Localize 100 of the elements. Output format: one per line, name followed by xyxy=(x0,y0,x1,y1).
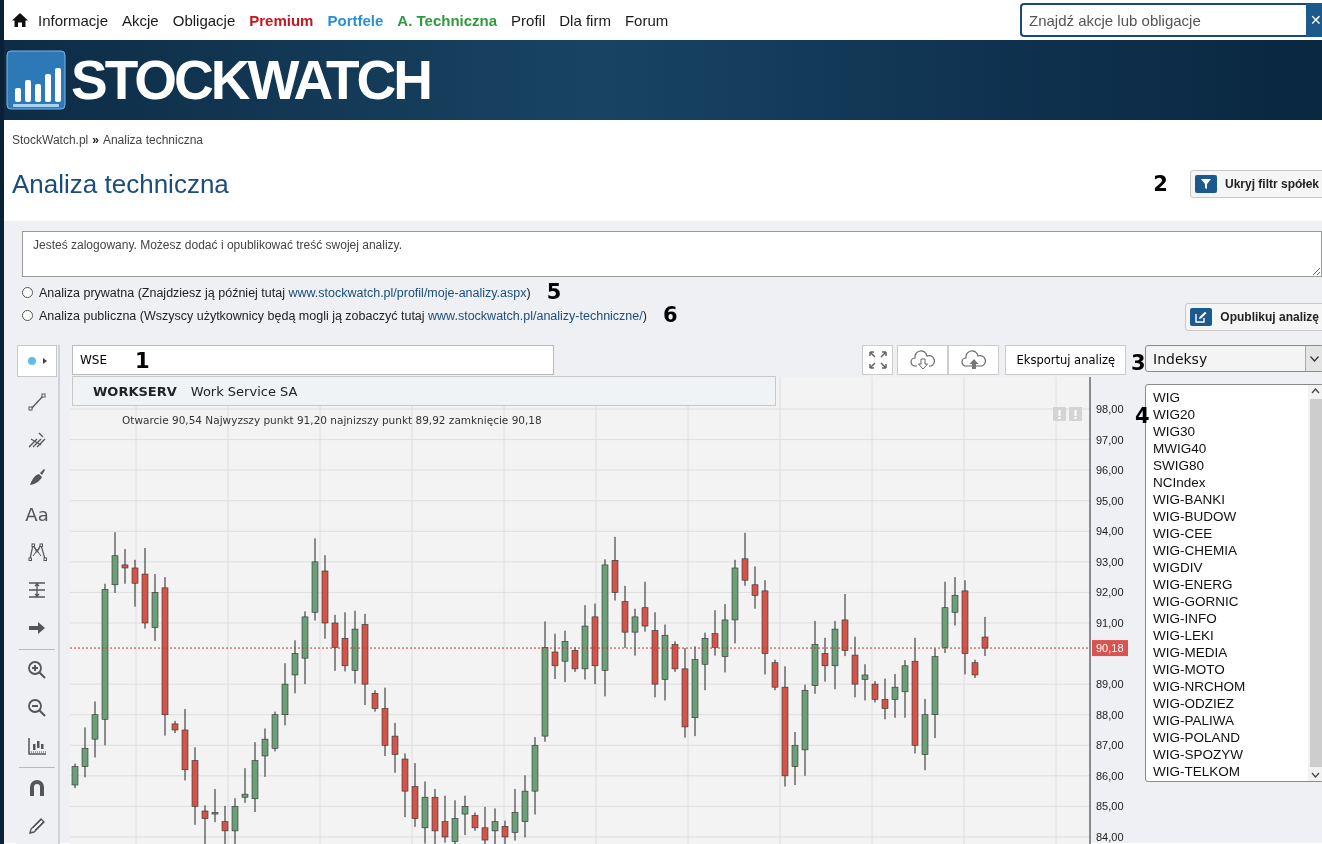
list-item[interactable]: WIGDIV xyxy=(1153,559,1308,576)
list-item[interactable]: WIG-PALIWA xyxy=(1153,712,1308,729)
magnet-icon[interactable] xyxy=(27,778,47,799)
nav-link[interactable]: Dla firm xyxy=(559,11,611,29)
list-item[interactable]: WIG-BUDOW xyxy=(1153,508,1308,525)
annotation-number: 1 xyxy=(135,351,150,372)
candle xyxy=(971,659,979,679)
zoom-out-icon[interactable] xyxy=(27,698,47,719)
list-item[interactable]: NCIndex xyxy=(1153,474,1308,491)
candle xyxy=(281,662,289,726)
nav-link[interactable]: Profil xyxy=(511,11,546,29)
link[interactable]: www.stockwatch.pl/analizy-techniczne/ xyxy=(428,308,643,323)
list-item[interactable]: WIG-CHEMIA xyxy=(1153,542,1308,559)
zoom-in-icon[interactable] xyxy=(27,660,47,681)
candle xyxy=(111,531,119,594)
nav-link[interactable]: Forum xyxy=(624,11,669,29)
fullscreen-button[interactable] xyxy=(862,345,894,375)
nav-link[interactable]: A. Techniczna xyxy=(397,11,498,29)
list-item[interactable]: WIG-INFO xyxy=(1153,610,1308,627)
pencil-icon[interactable] xyxy=(27,816,47,837)
search-field[interactable]: Znajdź akcje lub obligacje xyxy=(1020,3,1306,37)
axis-tick-label: 97,00 xyxy=(1096,433,1124,446)
link[interactable]: www.stockwatch.pl/profil/moje-analizy.aspx xyxy=(288,285,527,300)
list-item[interactable]: WIG-ODZIEZ xyxy=(1153,695,1308,712)
candle xyxy=(711,609,719,657)
candle xyxy=(121,548,129,585)
radio-button[interactable] xyxy=(22,287,33,298)
axis-tick-label: 94,00 xyxy=(1096,525,1124,538)
candle xyxy=(81,726,89,778)
dot-icon xyxy=(27,355,37,366)
annotation-number: 2 xyxy=(1153,173,1168,195)
list-item[interactable]: SWIG80 xyxy=(1153,457,1308,474)
candle xyxy=(221,805,229,844)
candle xyxy=(381,687,389,757)
dot-tool-button[interactable] xyxy=(17,345,57,377)
line-tool-icon[interactable] xyxy=(27,391,47,412)
axis-tick-label: 91,00 xyxy=(1096,617,1124,629)
list-item[interactable]: WIG-ENERG xyxy=(1153,576,1308,593)
list-item[interactable]: WIG-BANKI xyxy=(1153,491,1308,508)
radio-button[interactable] xyxy=(22,310,33,321)
suggestion-item[interactable]: WORKSERV Work Service SA xyxy=(72,376,776,406)
logo-icon[interactable] xyxy=(6,50,66,110)
axis-tick-label: 98,00 xyxy=(1096,403,1124,415)
candle xyxy=(461,795,469,836)
candle xyxy=(251,741,259,813)
candle xyxy=(641,581,649,633)
list-item[interactable]: WIG-GORNIC xyxy=(1153,593,1308,610)
candle xyxy=(771,659,779,691)
nav-link[interactable]: Obligacje xyxy=(172,11,236,29)
scrollbar[interactable] xyxy=(1308,385,1322,781)
nav-link[interactable]: Informacje xyxy=(38,11,109,29)
list-item[interactable]: WIG-TELKOM xyxy=(1153,763,1308,780)
candle xyxy=(851,636,859,698)
pattern-icon[interactable] xyxy=(27,542,47,563)
list-item[interactable]: WIG-MOTO xyxy=(1153,661,1308,678)
annotation-number: 5 xyxy=(546,282,562,303)
candle xyxy=(551,633,559,680)
candle xyxy=(481,806,489,844)
home-icon[interactable] xyxy=(12,12,28,28)
analysis-text-area[interactable]: Jesteś zalogowany. Możesz dodać i opublikować treść swojej analizy. xyxy=(22,231,1322,277)
list-item[interactable]: WIG-SPOZYW xyxy=(1153,746,1308,763)
candle xyxy=(621,585,629,649)
clear-search-button[interactable]: ✕ xyxy=(1306,3,1322,37)
measure-icon[interactable] xyxy=(27,580,47,601)
list-item[interactable]: WIG-CEE xyxy=(1153,525,1308,542)
text-tool-button[interactable]: Aa xyxy=(16,495,58,534)
axis-tick-label: 89,00 xyxy=(1096,678,1124,691)
candle xyxy=(271,711,279,752)
export-button[interactable]: Eksportuj analizę xyxy=(1005,345,1126,375)
chart-settings-icon[interactable] xyxy=(27,735,47,756)
candle xyxy=(151,573,159,642)
list-item[interactable]: WIG-NRCHOM xyxy=(1153,678,1308,695)
list-item[interactable]: WIG30 xyxy=(1153,423,1308,440)
axis-tick-label: 85,00 xyxy=(1096,800,1124,813)
candle xyxy=(491,807,499,844)
axis-tick-label: 88,00 xyxy=(1096,708,1124,721)
list-item[interactable]: WIG-POLAND xyxy=(1153,729,1308,746)
list-item[interactable]: WIG-MEDIA xyxy=(1153,644,1308,661)
candle xyxy=(261,727,269,778)
candle xyxy=(291,639,299,694)
axis-tick-label: 96,00 xyxy=(1096,464,1124,477)
candle xyxy=(331,614,339,672)
list-item[interactable]: WIG xyxy=(1153,389,1308,406)
list-item[interactable]: WIG20 xyxy=(1153,406,1308,423)
list-item[interactable]: MWIG40 xyxy=(1153,440,1308,457)
hide-filter-button[interactable]: Ukryj filtr spółek xyxy=(1189,170,1322,198)
candle xyxy=(841,593,849,657)
list-item[interactable]: WIG-LEKI xyxy=(1153,627,1308,644)
candle xyxy=(451,799,459,844)
breadcrumb-link[interactable]: StockWatch.pl xyxy=(12,133,89,147)
publish-button[interactable]: Opublikuj analizę xyxy=(1185,303,1322,331)
candle xyxy=(751,565,759,610)
upload-button[interactable] xyxy=(948,345,1000,375)
page-title: Analiza techniczna xyxy=(12,168,229,200)
candle xyxy=(831,620,839,690)
nav-link[interactable]: Akcje xyxy=(122,11,159,29)
nav-link[interactable]: Premium xyxy=(249,11,314,29)
download-button[interactable] xyxy=(897,345,949,375)
brush-icon[interactable] xyxy=(27,467,47,487)
index-select[interactable]: Indeksy xyxy=(1145,345,1322,372)
